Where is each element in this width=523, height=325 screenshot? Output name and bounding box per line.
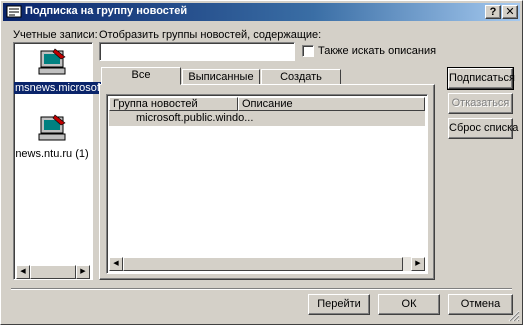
goto-label: Перейти: [317, 298, 361, 310]
search-descriptions-checkbox[interactable]: [302, 45, 314, 57]
footer-separator: [11, 288, 512, 290]
tab-new[interactable]: Создать: [261, 69, 341, 85]
filter-label: Отобразить группы новостей, содержащие:: [99, 29, 322, 41]
scroll-left-button[interactable]: ◀: [109, 257, 123, 271]
newsgroup-name: microsoft.public.windo...: [136, 112, 254, 124]
window-title: Подписка на группу новостей: [25, 5, 188, 17]
scrollbar-thumb[interactable]: [30, 265, 76, 279]
table-row[interactable]: microsoft.public.windo...: [109, 111, 425, 126]
newsgroup-app-icon: [6, 4, 22, 20]
tab-panel: Группа новостей Описание microsoft.publi…: [99, 84, 435, 280]
cancel-label: Отмена: [460, 298, 501, 310]
subscribe-dialog: Подписка на группу новостей ? ✕ Учетные …: [0, 0, 523, 325]
scrollbar-thumb[interactable]: [123, 257, 403, 271]
subscribe-label: Подписаться: [449, 72, 515, 84]
account-item-ntu[interactable]: news.ntu.ru (1): [14, 113, 90, 160]
tab-all[interactable]: Все: [101, 67, 181, 85]
news-server-icon: [38, 114, 66, 141]
account-label: news.ntu.ru (1): [15, 148, 89, 160]
unsubscribe-label: Отказаться: [451, 97, 510, 109]
reset-list-button[interactable]: Сброс списка: [448, 118, 518, 139]
unsubscribe-button[interactable]: Отказаться: [448, 93, 513, 114]
account-item-msnews[interactable]: msnews.microsoft....: [14, 47, 117, 94]
resize-grip-icon[interactable]: [508, 310, 520, 322]
filter-input[interactable]: [99, 42, 295, 61]
newsgroups-list[interactable]: Группа новостей Описание microsoft.publi…: [106, 94, 428, 274]
scroll-right-button[interactable]: ▶: [76, 265, 90, 279]
column-header-description[interactable]: Описание: [238, 97, 425, 111]
tab-subscribed[interactable]: Выписанные: [182, 69, 260, 85]
scroll-right-button[interactable]: ▶: [411, 257, 425, 271]
column-header-group[interactable]: Группа новостей: [109, 97, 238, 111]
subscribe-button[interactable]: Подписаться: [447, 67, 515, 90]
cancel-button[interactable]: Отмена: [448, 294, 513, 315]
reset-list-label: Сброс списка: [449, 122, 519, 134]
search-descriptions-label[interactable]: Также искать описания: [318, 45, 436, 57]
scroll-left-button[interactable]: ◀: [16, 265, 30, 279]
goto-button[interactable]: Перейти: [308, 294, 370, 315]
ok-label: ОК: [401, 298, 417, 310]
ok-button[interactable]: ОК: [378, 294, 440, 315]
title-bar[interactable]: Подписка на группу новостей ? ✕: [3, 3, 520, 21]
news-server-icon: [38, 48, 66, 75]
accounts-label: Учетные записи:: [13, 29, 98, 41]
help-button[interactable]: ?: [485, 5, 501, 19]
accounts-list[interactable]: msnews.microsoft.... news.ntu.ru (1) ◀ ▶: [13, 42, 117, 280]
close-button[interactable]: ✕: [502, 5, 518, 19]
